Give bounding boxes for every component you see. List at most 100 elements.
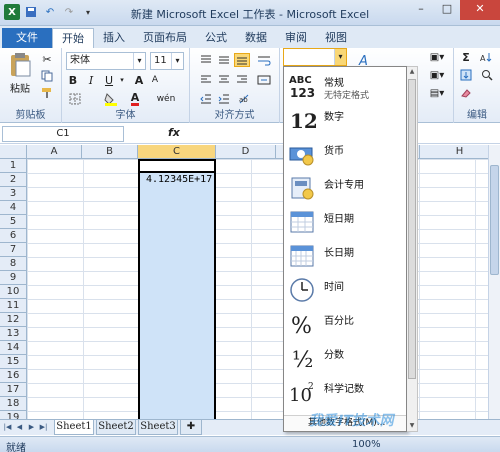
underline-button[interactable]: U xyxy=(102,73,116,87)
zoom-level[interactable]: 100% xyxy=(352,439,381,450)
tab-review[interactable]: 审阅 xyxy=(276,28,316,48)
column-header[interactable]: A xyxy=(27,145,82,159)
column-header[interactable]: C xyxy=(138,145,216,159)
chevron-down-icon[interactable]: ▾ xyxy=(171,53,183,69)
align-center-icon[interactable] xyxy=(216,73,232,87)
format-percentage[interactable]: % 百分比 xyxy=(284,307,406,341)
vertical-scroll-thumb[interactable] xyxy=(490,165,499,275)
phonetic-button[interactable]: wén xyxy=(152,92,180,106)
delete-cells-button[interactable]: ▣▾ xyxy=(420,68,454,82)
italic-button[interactable]: I xyxy=(84,73,98,87)
sheet-tab-3[interactable]: Sheet3 xyxy=(138,420,178,435)
row-header[interactable]: 16 xyxy=(0,369,27,383)
decrease-indent-icon[interactable] xyxy=(198,92,214,106)
row-header[interactable]: 14 xyxy=(0,341,27,355)
align-top-icon[interactable] xyxy=(198,53,214,67)
menu-scroll-thumb[interactable] xyxy=(408,79,416,379)
row-header[interactable]: 6 xyxy=(0,229,27,243)
tab-view[interactable]: 视图 xyxy=(316,28,356,48)
row-header[interactable]: 4 xyxy=(0,201,27,215)
row-header[interactable]: 2 xyxy=(0,173,27,187)
tab-data[interactable]: 数据 xyxy=(236,28,276,48)
format-accounting[interactable]: 会计专用 xyxy=(284,171,406,205)
format-scientific[interactable]: 10 2 科学记数 xyxy=(284,375,406,409)
row-header[interactable]: 17 xyxy=(0,383,27,397)
fill-icon[interactable] xyxy=(456,68,476,82)
scroll-down-icon[interactable]: ▼ xyxy=(407,421,417,431)
copy-icon[interactable] xyxy=(40,69,54,83)
chevron-down-icon[interactable]: ▾ xyxy=(334,49,346,65)
align-left-icon[interactable] xyxy=(198,73,214,87)
sort-filter-icon[interactable]: A xyxy=(478,50,496,64)
format-cells-button[interactable]: ▤▾ xyxy=(420,86,454,100)
align-right-icon[interactable] xyxy=(234,73,250,87)
next-sheet-icon[interactable]: ▶ xyxy=(26,421,37,434)
font-size-combo[interactable]: 11 ▾ xyxy=(150,52,184,70)
column-header[interactable]: H xyxy=(420,145,488,159)
format-painter-icon[interactable] xyxy=(40,86,54,100)
tab-insert[interactable]: 插入 xyxy=(94,28,134,48)
clear-icon[interactable] xyxy=(456,86,476,100)
row-header[interactable]: 8 xyxy=(0,257,27,271)
underline-dropdown-icon[interactable]: ▾ xyxy=(118,73,126,87)
menu-scrollbar[interactable]: ▲ ▼ xyxy=(407,66,418,432)
bold-button[interactable]: B xyxy=(66,73,80,87)
orientation-icon[interactable]: ab xyxy=(236,92,252,106)
row-header[interactable]: 3 xyxy=(0,187,27,201)
align-middle-icon[interactable] xyxy=(216,53,232,67)
row-header[interactable]: 18 xyxy=(0,397,27,411)
insert-sheet-icon[interactable]: ✚ xyxy=(180,420,202,435)
align-bottom-icon[interactable] xyxy=(234,53,250,67)
row-header[interactable]: 1 xyxy=(0,159,27,173)
font-color-icon[interactable]: A xyxy=(126,92,144,106)
borders-icon[interactable] xyxy=(66,92,84,106)
shrink-font-button[interactable]: A xyxy=(148,73,162,87)
first-sheet-icon[interactable]: |◀ xyxy=(2,421,13,434)
tab-formulas[interactable]: 公式 xyxy=(196,28,236,48)
increase-indent-icon[interactable] xyxy=(216,92,232,106)
formula-input[interactable] xyxy=(184,126,282,142)
select-all-corner[interactable] xyxy=(0,145,27,159)
insert-function-button[interactable]: fx xyxy=(168,126,180,139)
tab-home[interactable]: 开始 xyxy=(52,28,94,48)
selected-column-c[interactable] xyxy=(138,159,216,419)
format-general[interactable]: ABC 123 常规 无特定格式 xyxy=(284,69,406,103)
grow-font-button[interactable]: A xyxy=(132,73,146,87)
row-header[interactable]: 9 xyxy=(0,271,27,285)
insert-cells-button[interactable]: ▣▾ xyxy=(420,50,454,64)
cut-icon[interactable]: ✂ xyxy=(40,52,54,66)
find-select-icon[interactable] xyxy=(478,68,496,82)
row-header[interactable]: 5 xyxy=(0,215,27,229)
last-sheet-icon[interactable]: ▶| xyxy=(38,421,49,434)
sheet-tab-2[interactable]: Sheet2 xyxy=(96,420,136,435)
prev-sheet-icon[interactable]: ◀ xyxy=(14,421,25,434)
sheet-tab-1[interactable]: Sheet1 xyxy=(54,420,94,435)
paste-button[interactable]: 粘贴 xyxy=(4,80,36,95)
scroll-up-icon[interactable]: ▲ xyxy=(407,67,417,77)
maximize-button[interactable]: □ xyxy=(434,0,460,20)
column-header[interactable]: D xyxy=(216,145,276,159)
format-long-date[interactable]: 长日期 xyxy=(284,239,406,273)
column-header[interactable]: B xyxy=(82,145,138,159)
chevron-down-icon[interactable]: ▾ xyxy=(133,53,145,69)
row-header[interactable]: 15 xyxy=(0,355,27,369)
format-fraction[interactable]: ½ 分数 xyxy=(284,341,406,375)
close-button[interactable]: ✕ xyxy=(460,0,500,20)
name-box[interactable]: C1 xyxy=(2,126,124,142)
fill-color-icon[interactable] xyxy=(102,92,120,106)
font-name-combo[interactable]: 宋体 ▾ xyxy=(66,52,146,70)
merge-center-icon[interactable] xyxy=(254,73,274,87)
autosum-button[interactable]: Σ xyxy=(456,50,476,64)
cell-c2-value[interactable]: 4.12345E+17 xyxy=(146,174,212,185)
row-header[interactable]: 12 xyxy=(0,313,27,327)
tab-page-layout[interactable]: 页面布局 xyxy=(134,28,196,48)
row-header[interactable]: 11 xyxy=(0,299,27,313)
row-header[interactable]: 7 xyxy=(0,243,27,257)
paste-icon[interactable] xyxy=(6,52,34,78)
vertical-scrollbar[interactable] xyxy=(488,145,500,419)
format-number[interactable]: 12 数字 xyxy=(284,103,406,137)
format-time[interactable]: 时间 xyxy=(284,273,406,307)
number-format-combo[interactable]: ▾ xyxy=(283,48,347,66)
minimize-button[interactable]: – xyxy=(408,0,434,20)
format-currency[interactable]: 货币 xyxy=(284,137,406,171)
